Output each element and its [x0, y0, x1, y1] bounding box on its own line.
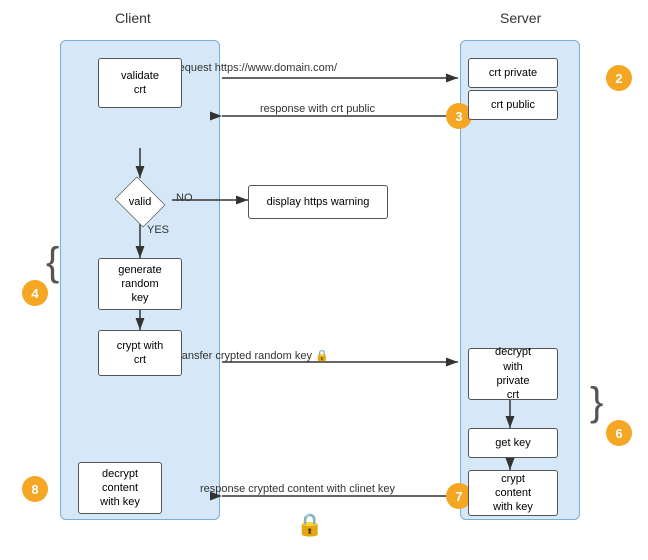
crypt-content-box: cryptcontentwith key — [468, 470, 558, 516]
circle-2: 2 — [606, 65, 632, 91]
diagram: Client Server — [0, 0, 648, 560]
crypt-crt-box: crypt withcrt — [98, 330, 182, 376]
no-label: NO — [176, 192, 193, 204]
client-label: Client — [115, 10, 151, 26]
brace-left: { — [46, 240, 59, 285]
response-crt-label: response with crt public — [260, 103, 375, 115]
brace-right: } — [590, 380, 603, 425]
circle-6: 6 — [606, 420, 632, 446]
transfer-key-label: transfer crypted random key 🔒 — [175, 349, 329, 362]
valid-label: valid — [112, 180, 168, 224]
decrypt-content-box: decryptcontentwith key — [78, 462, 162, 514]
crt-public-box: crt public — [468, 90, 558, 120]
circle-4: 4 — [22, 280, 48, 306]
generate-key-box: generaterandomkey — [98, 258, 182, 310]
response-content-label: response crypted content with clinet key — [200, 483, 395, 495]
yes-label: YES — [147, 224, 169, 236]
crt-private-box: crt private — [468, 58, 558, 88]
valid-diamond-container: valid — [112, 180, 168, 224]
request-label: request https://www.domain.com/ — [175, 62, 337, 74]
circle-8: 8 — [22, 476, 48, 502]
decrypt-private-box: decryptwithprivatecrt — [468, 348, 558, 400]
validate-crt-box: validatecrt — [98, 58, 182, 108]
lock-icon-bottom: 🔒 — [296, 512, 323, 538]
get-key-box: get key — [468, 428, 558, 458]
display-warning-box: display https warning — [248, 185, 388, 219]
server-label: Server — [500, 10, 541, 26]
